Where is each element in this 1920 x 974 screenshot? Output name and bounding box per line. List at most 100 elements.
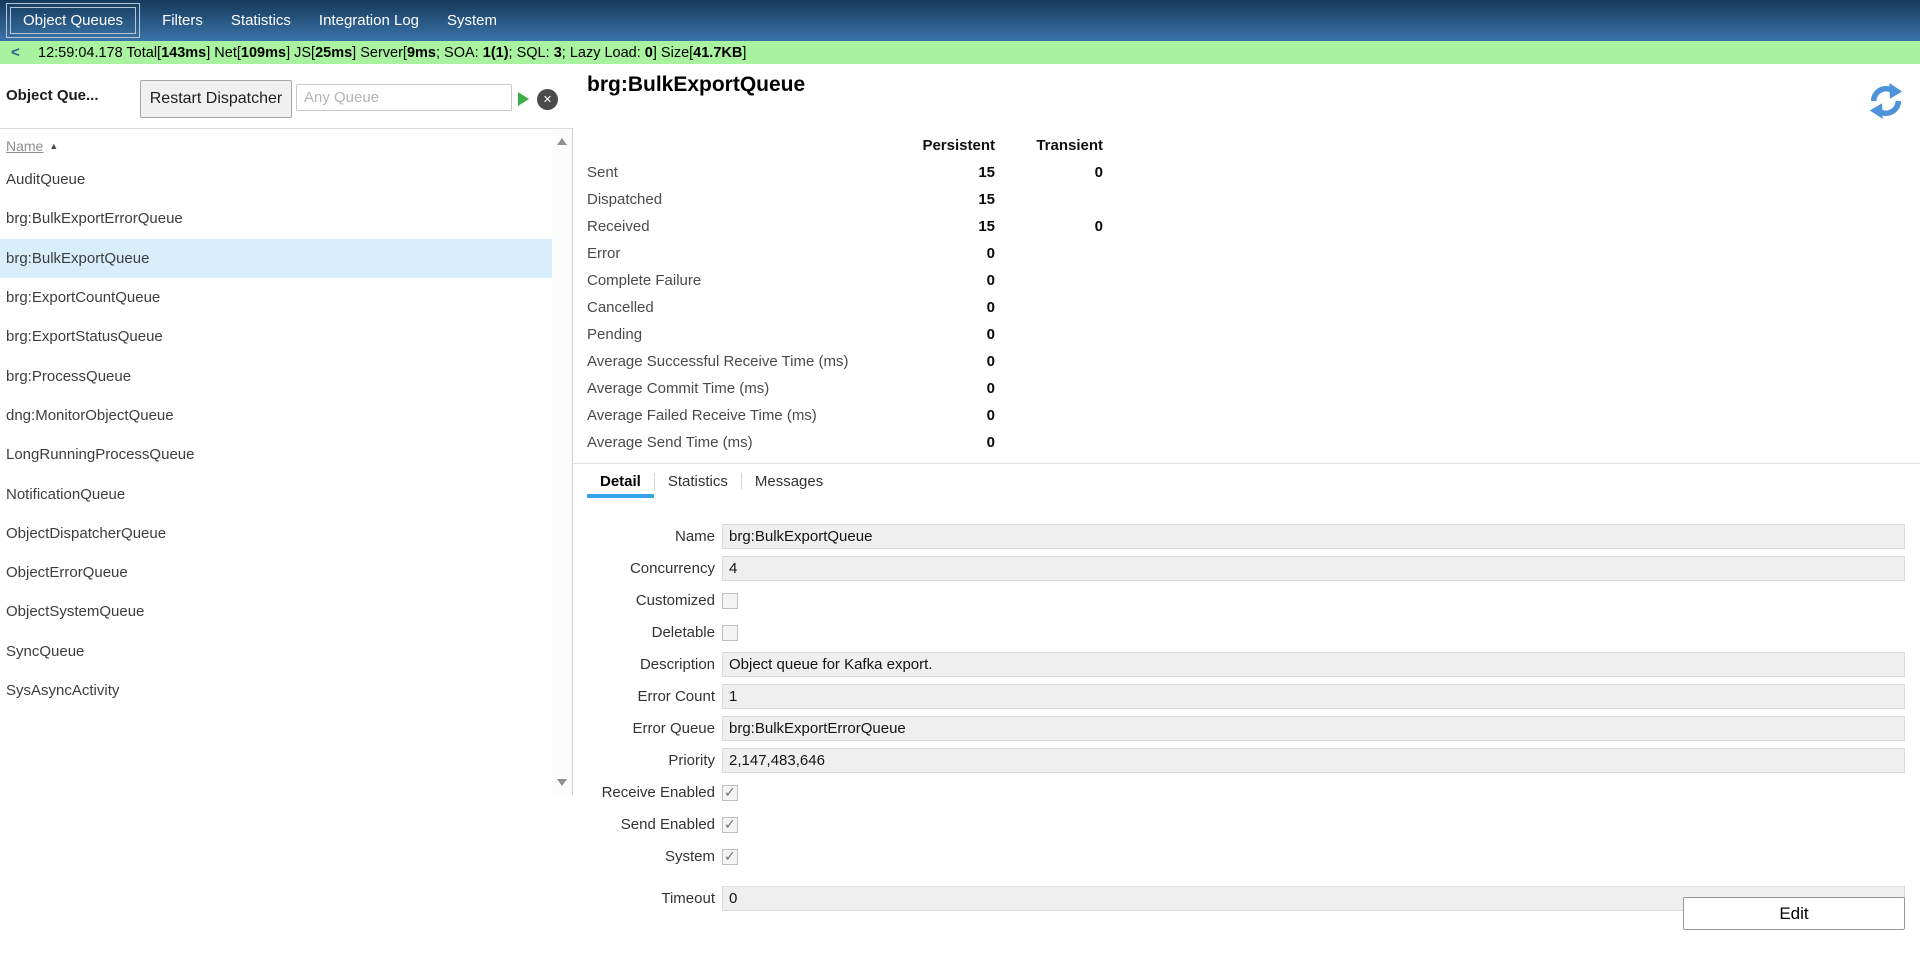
stats-row-label: Dispatched — [587, 186, 909, 213]
send-enabled-checkbox[interactable]: ✓ — [722, 817, 738, 833]
customized-checkbox[interactable] — [722, 593, 738, 609]
status-segment: 1(1) — [483, 45, 509, 61]
field-label: Priority — [573, 752, 715, 769]
status-segment: ] Server[ — [352, 45, 407, 61]
stats-transient-value: 0 — [995, 159, 1103, 186]
system-checkbox[interactable]: ✓ — [722, 849, 738, 865]
scroll-up-icon[interactable] — [557, 138, 567, 145]
stats-transient-value — [995, 294, 1103, 321]
edit-button[interactable]: Edit — [1683, 897, 1905, 930]
error-queue-field[interactable] — [722, 716, 1905, 741]
stats-row: Average Send Time (ms)0 — [587, 429, 1103, 456]
stats-persistent-value: 0 — [909, 294, 995, 321]
deletable-checkbox[interactable] — [722, 625, 738, 641]
stats-transient-value — [995, 321, 1103, 348]
queue-panel-title: Object Que... — [6, 87, 99, 104]
nav-tab-filters[interactable]: Filters — [148, 0, 217, 41]
stats-row: Sent150 — [587, 159, 1103, 186]
clear-filter-icon[interactable]: ✕ — [537, 89, 558, 110]
queue-list-item[interactable]: AuditQueue — [0, 160, 552, 199]
refresh-icon[interactable] — [1867, 82, 1905, 120]
stats-row-label: Pending — [587, 321, 909, 348]
stats-persistent-value: 0 — [909, 402, 995, 429]
queue-list-item[interactable]: brg:ExportCountQueue — [0, 278, 552, 317]
field-label: Timeout — [573, 890, 715, 907]
tab-statistics[interactable]: Statistics — [655, 464, 741, 498]
form-row-send-enabled: Send Enabled✓ — [573, 812, 1905, 837]
queue-list-scrollbar[interactable] — [552, 129, 572, 795]
stats-row-label: Received — [587, 213, 909, 240]
scroll-down-icon[interactable] — [557, 779, 567, 786]
queue-detail-panel: brg:BulkExportQueue PersistentTransientS… — [573, 64, 1920, 974]
tab-messages[interactable]: Messages — [742, 464, 836, 498]
description-field[interactable] — [722, 652, 1905, 677]
queue-detail-title: brg:BulkExportQueue — [587, 73, 805, 97]
restart-dispatcher-button[interactable]: Restart Dispatcher — [140, 80, 292, 118]
name-field[interactable] — [722, 524, 1905, 549]
concurrency-field[interactable] — [722, 556, 1905, 581]
priority-field[interactable] — [722, 748, 1905, 773]
checkmark-icon: ✓ — [724, 784, 736, 801]
queue-search-input[interactable] — [296, 84, 512, 111]
nav-tab-integration-log[interactable]: Integration Log — [305, 0, 433, 41]
queue-list-item[interactable]: NotificationQueue — [0, 474, 552, 513]
tab-detail[interactable]: Detail — [587, 464, 654, 498]
queue-panel-header: Object Que... Restart Dispatcher ✕ — [0, 64, 573, 129]
nav-tab-statistics[interactable]: Statistics — [217, 0, 305, 41]
status-segment: 109ms — [241, 45, 286, 61]
field-label: System — [573, 848, 715, 865]
status-segment: ] Net[ — [206, 45, 241, 61]
queue-list-item[interactable]: brg:BulkExportQueue — [0, 239, 552, 278]
stats-row: Complete Failure0 — [587, 267, 1103, 294]
receive-enabled-checkbox[interactable]: ✓ — [722, 785, 738, 801]
form-row-concurrency: Concurrency — [573, 556, 1905, 581]
stats-row-label: Average Send Time (ms) — [587, 429, 909, 456]
field-label: Error Count — [573, 688, 715, 705]
nav-tab-label: Object Queues — [10, 7, 136, 34]
queue-list-item[interactable]: LongRunningProcessQueue — [0, 435, 552, 474]
queue-list-item[interactable]: dng:MonitorObjectQueue — [0, 396, 552, 435]
stats-transient-value — [995, 375, 1103, 402]
stats-persistent-value: 15 — [909, 213, 995, 240]
sort-header-name[interactable]: Name — [6, 138, 43, 154]
stats-col-persistent: Persistent — [909, 132, 995, 159]
queue-list-item[interactable]: SyncQueue — [0, 632, 552, 671]
queue-list-item[interactable]: brg:ExportStatusQueue — [0, 317, 552, 356]
checkmark-icon: ✓ — [724, 816, 736, 833]
stats-transient-value — [995, 267, 1103, 294]
stats-row: Pending0 — [587, 321, 1103, 348]
stats-row: Cancelled0 — [587, 294, 1103, 321]
queue-list-item[interactable]: ObjectDispatcherQueue — [0, 514, 552, 553]
queue-list-item[interactable]: SysAsyncActivity — [0, 671, 552, 710]
stats-header-spacer — [587, 132, 909, 159]
stats-row-label: Error — [587, 240, 909, 267]
queue-list-item[interactable]: brg:ProcessQueue — [0, 356, 552, 395]
error-count-field[interactable] — [722, 684, 1905, 709]
stats-row-label: Average Failed Receive Time (ms) — [587, 402, 909, 429]
back-chevron-icon[interactable]: < — [0, 44, 38, 61]
field-label: Deletable — [573, 624, 715, 641]
stats-transient-value — [995, 240, 1103, 267]
field-label: Name — [573, 528, 715, 545]
nav-tab-system[interactable]: System — [433, 0, 511, 41]
form-row-description: Description — [573, 652, 1905, 677]
stats-header-row: PersistentTransient — [587, 132, 1103, 159]
run-filter-icon[interactable] — [518, 92, 529, 106]
field-label: Error Queue — [573, 720, 715, 737]
queue-list-item[interactable]: brg:BulkExportErrorQueue — [0, 199, 552, 238]
detail-tab-strip: DetailStatisticsMessages — [573, 463, 1920, 498]
queue-list-item[interactable]: ObjectErrorQueue — [0, 553, 552, 592]
stats-row-label: Cancelled — [587, 294, 909, 321]
stats-row: Average Failed Receive Time (ms)0 — [587, 402, 1103, 429]
nav-tab-object-queues[interactable]: Object Queues — [6, 3, 140, 38]
status-segment: 41.7KB — [693, 45, 742, 61]
field-label: Customized — [573, 592, 715, 609]
queue-list-item[interactable]: ObjectSystemQueue — [0, 592, 552, 631]
checkmark-icon: ✓ — [724, 848, 736, 865]
queue-stats-table: PersistentTransientSent150Dispatched15Re… — [587, 132, 1103, 456]
stats-transient-value — [995, 429, 1103, 456]
stats-transient-value — [995, 402, 1103, 429]
timing-status-text: 12:59:04.178 Total[143ms] Net[109ms] JS[… — [38, 45, 746, 61]
stats-persistent-value: 15 — [909, 159, 995, 186]
stats-persistent-value: 0 — [909, 429, 995, 456]
